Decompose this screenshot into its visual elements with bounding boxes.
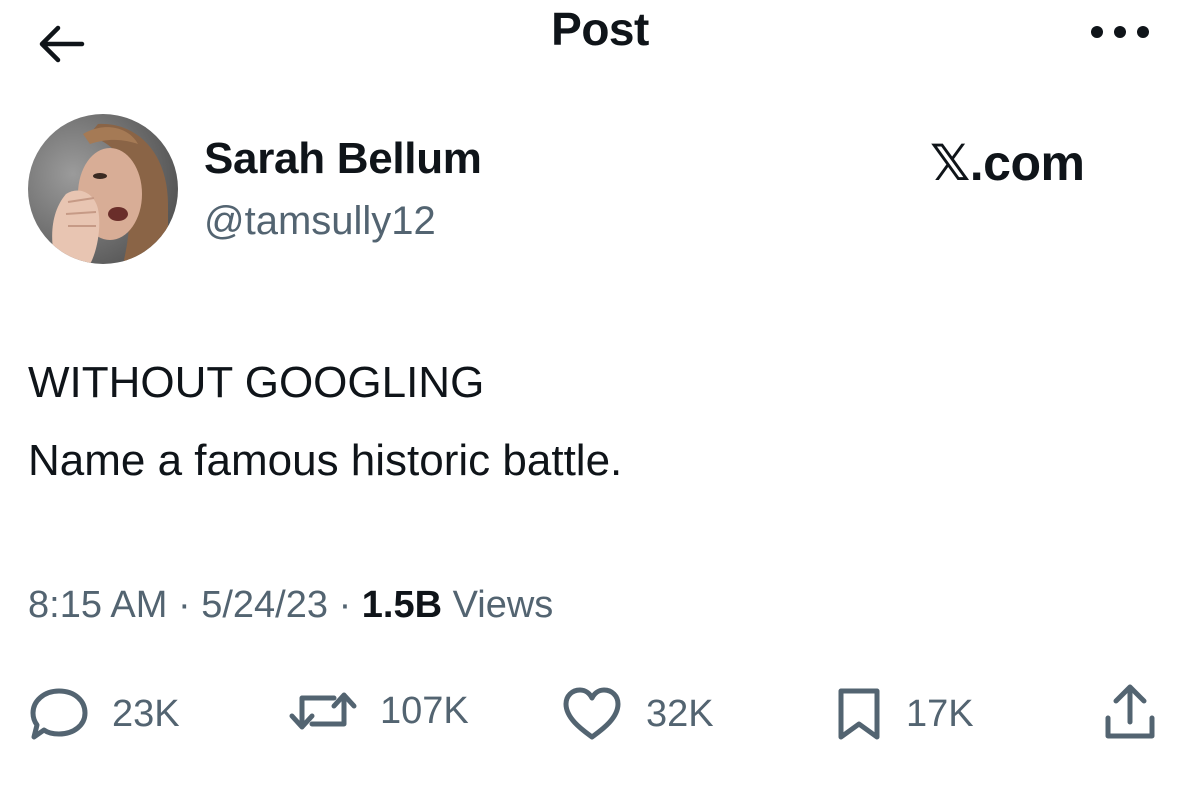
repost-icon xyxy=(289,692,357,730)
repost-count: 107K xyxy=(380,689,469,732)
author-handle[interactable]: @tamsully12 xyxy=(204,199,436,244)
heart-icon xyxy=(563,687,621,740)
like-button[interactable]: 32K xyxy=(560,686,714,742)
avatar[interactable] xyxy=(28,114,178,264)
post-text-line-2: Name a famous historic battle. xyxy=(28,436,623,485)
like-count: 32K xyxy=(646,692,714,735)
post-time[interactable]: 8:15 AM xyxy=(28,584,167,626)
share-icon xyxy=(1105,684,1155,739)
avatar-photo xyxy=(28,114,178,264)
brand-watermark: 𝕏.com xyxy=(930,135,1085,191)
repost-button[interactable]: 107K xyxy=(288,686,469,736)
author-display-name[interactable]: Sarah Bellum xyxy=(204,134,482,184)
meta-separator: · xyxy=(177,584,191,626)
bookmark-button[interactable]: 17K xyxy=(834,686,974,742)
more-options-button[interactable] xyxy=(1080,12,1160,52)
bookmark-count: 17K xyxy=(906,692,974,735)
share-button[interactable] xyxy=(1098,680,1162,744)
post-text-line-1: WITHOUT GOOGLING xyxy=(28,358,485,407)
reply-count: 23K xyxy=(112,692,180,735)
bookmark-icon xyxy=(838,688,880,740)
meta-separator: · xyxy=(338,584,352,626)
views-label: Views xyxy=(452,584,554,626)
post-date[interactable]: 5/24/23 xyxy=(201,584,328,626)
more-horizontal-icon xyxy=(1091,26,1149,38)
reply-button[interactable]: 23K xyxy=(28,686,180,742)
post-meta: 8:15 AM · 5/24/23 · 1.5B Views xyxy=(28,584,553,627)
reply-icon xyxy=(30,688,88,740)
views-count: 1.5B xyxy=(361,584,443,626)
page-title: Post xyxy=(551,3,649,55)
